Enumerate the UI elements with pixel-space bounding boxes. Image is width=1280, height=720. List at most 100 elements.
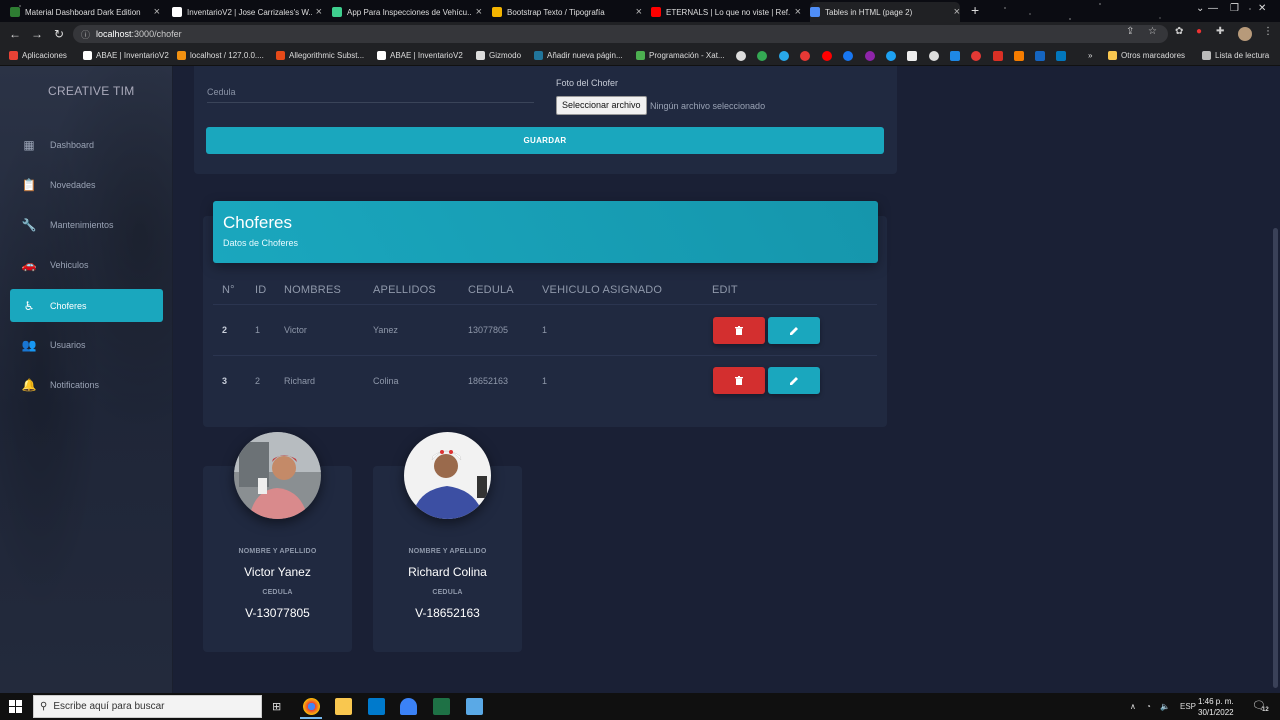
app-icon[interactable] bbox=[400, 698, 417, 715]
col-header: ID bbox=[255, 284, 267, 296]
excel-icon[interactable] bbox=[433, 698, 450, 715]
other-bookmarks[interactable]: Otros marcadores bbox=[1108, 51, 1185, 60]
bookmark-icon[interactable] bbox=[865, 51, 875, 61]
share-icon[interactable]: ⇪ bbox=[1126, 26, 1134, 37]
close-tab-icon[interactable]: × bbox=[154, 6, 160, 18]
bookmark-icon[interactable] bbox=[1014, 51, 1024, 61]
edit-button[interactable] bbox=[768, 367, 820, 394]
bookmark-item[interactable]: Allegorithmic Subst... bbox=[276, 51, 364, 60]
browser-tab[interactable]: InventarioV2 | Jose Carrizales's W... × bbox=[172, 2, 322, 22]
maximize-icon[interactable]: ❐ bbox=[1230, 3, 1239, 14]
bookmark-icon[interactable] bbox=[757, 51, 767, 61]
facebook-icon[interactable] bbox=[843, 51, 853, 61]
more-bookmarks-icon[interactable]: » bbox=[1088, 51, 1092, 60]
notification-count: 12 bbox=[1262, 707, 1269, 713]
vscode-icon[interactable] bbox=[368, 698, 385, 715]
browser-tab[interactable]: ETERNALS | Lo que no viste | Ref... × bbox=[651, 2, 801, 22]
photos-icon[interactable] bbox=[466, 698, 483, 715]
extension-red-icon[interactable]: ● bbox=[1196, 26, 1202, 37]
clock[interactable]: 1:46 p. m. 30/1/2022 bbox=[1198, 696, 1234, 718]
page-scrollbar[interactable] bbox=[1273, 228, 1278, 688]
edit-button[interactable] bbox=[768, 317, 820, 344]
file-explorer-icon[interactable] bbox=[335, 698, 352, 715]
sidebar-item-mantenimientos[interactable]: 🔧 Mantenimientos bbox=[10, 208, 163, 241]
extension-icon[interactable]: ✿ bbox=[1175, 26, 1183, 37]
puzzle-icon[interactable]: ✚ bbox=[1216, 26, 1224, 37]
chevron-up-icon[interactable]: ∧ bbox=[1130, 702, 1136, 711]
language-indicator[interactable]: ESP bbox=[1180, 702, 1196, 711]
browser-tab-active[interactable]: Tables in HTML (page 2) × bbox=[810, 2, 960, 22]
card-header: Choferes Datos de Choferes bbox=[213, 201, 878, 263]
close-tab-icon[interactable]: × bbox=[636, 6, 642, 18]
bookmark-icon[interactable] bbox=[971, 51, 981, 61]
task-view-icon[interactable]: ⊞ bbox=[272, 700, 281, 713]
bookmark-item[interactable]: Añadir nueva págin... bbox=[534, 51, 623, 60]
bookmark-item[interactable]: Programación - Xat... bbox=[636, 51, 725, 60]
bookmark-icon[interactable] bbox=[1035, 51, 1045, 61]
cell-id: 1 bbox=[255, 325, 261, 335]
sidebar-item-usuarios[interactable]: 👥 Usuarios bbox=[10, 328, 163, 361]
save-button[interactable]: GUARDAR bbox=[206, 127, 884, 154]
taskbar-search-input[interactable]: ⚲ Escribe aquí para buscar bbox=[33, 695, 262, 718]
gmail-icon[interactable] bbox=[993, 51, 1003, 61]
menu-icon[interactable]: ⋮ bbox=[1263, 26, 1273, 37]
active-app-indicator bbox=[300, 717, 322, 719]
star-icon[interactable]: ☆ bbox=[1148, 26, 1157, 37]
sidebar-item-choferes[interactable]: ♿ Choferes bbox=[10, 289, 163, 322]
github-icon[interactable] bbox=[736, 51, 746, 61]
close-window-icon[interactable]: ✕ bbox=[1258, 3, 1266, 14]
browser-tab[interactable]: Bootstrap Texto / Tipografía × bbox=[492, 2, 642, 22]
name-label: NOMBRE Y APELLIDO bbox=[238, 548, 317, 555]
cedula-field[interactable]: Cedula bbox=[207, 87, 236, 97]
bookmark-item[interactable]: ABAE | InventarioV2 bbox=[377, 51, 463, 60]
browser-tab[interactable]: App Para Inspecciones de Vehícu... × bbox=[332, 2, 482, 22]
address-bar[interactable]: ⓘ localhost:3000/chofer bbox=[73, 25, 1168, 43]
youtube-icon[interactable] bbox=[822, 51, 832, 61]
network-icon[interactable]: ◔ bbox=[1146, 702, 1151, 711]
delete-button[interactable] bbox=[713, 317, 765, 344]
telegram-icon[interactable] bbox=[779, 51, 789, 61]
windows-start-icon[interactable] bbox=[9, 700, 22, 713]
bookmark-item[interactable]: ABAE | InventarioV2 bbox=[83, 51, 169, 60]
cell-apellidos: Yanez bbox=[373, 325, 398, 335]
close-tab-icon[interactable]: × bbox=[795, 6, 801, 18]
file-select-button[interactable]: Seleccionar archivo bbox=[556, 96, 647, 115]
close-tab-icon[interactable]: × bbox=[476, 6, 482, 18]
sidebar-item-dashboard[interactable]: ▦ Dashboard bbox=[10, 128, 163, 161]
bookmarks-bar: Aplicaciones ABAE | InventarioV2 localho… bbox=[0, 46, 1280, 66]
chrome-icon[interactable] bbox=[303, 698, 320, 715]
people-icon: 👥 bbox=[21, 337, 37, 352]
sidebar-item-notifications[interactable]: 🔔 Notifications bbox=[10, 368, 163, 401]
close-tab-icon[interactable]: × bbox=[954, 6, 960, 18]
github-icon[interactable] bbox=[929, 51, 939, 61]
volume-icon[interactable]: 🔈 bbox=[1160, 702, 1170, 711]
row-divider bbox=[213, 355, 877, 356]
trash-icon bbox=[735, 376, 743, 385]
bookmark-icon[interactable] bbox=[800, 51, 810, 61]
profile-name: Victor Yanez bbox=[244, 565, 311, 579]
back-icon[interactable]: ← bbox=[4, 27, 26, 41]
close-tab-icon[interactable]: × bbox=[316, 6, 322, 18]
browser-nav-bar: ← → ↻ ⓘ localhost:3000/chofer ⇪ ☆ ✿ ● ✚ … bbox=[0, 22, 1280, 46]
sidebar-item-vehiculos[interactable]: 🚗 Vehiculos bbox=[10, 248, 163, 281]
browser-tab[interactable]: Material Dashboard Dark Edition × bbox=[10, 2, 160, 22]
forward-icon[interactable]: → bbox=[26, 27, 48, 41]
bookmark-icon[interactable] bbox=[886, 51, 896, 61]
reload-icon[interactable]: ↻ bbox=[48, 27, 70, 41]
bookmark-item[interactable]: Gizmodo bbox=[476, 51, 521, 60]
delete-button[interactable] bbox=[713, 367, 765, 394]
profile-avatar[interactable] bbox=[1238, 27, 1252, 41]
bookmark-icon[interactable] bbox=[907, 51, 917, 61]
bookmark-icon[interactable] bbox=[1056, 51, 1066, 61]
dropdown-icon[interactable]: ⌄ bbox=[1196, 3, 1204, 14]
bookmark-item[interactable]: localhost / 127.0.0.... bbox=[177, 51, 264, 60]
new-tab-button[interactable]: + bbox=[971, 2, 979, 18]
bookmark-item[interactable]: Aplicaciones bbox=[9, 51, 67, 60]
bookmark-icon[interactable] bbox=[950, 51, 960, 61]
sidebar-item-novedades[interactable]: 📋 Novedades bbox=[10, 168, 163, 201]
minimize-icon[interactable]: — bbox=[1208, 3, 1218, 14]
sidebar-brand[interactable]: CREATIVE TIM bbox=[48, 84, 135, 98]
reading-list[interactable]: Lista de lectura bbox=[1202, 51, 1269, 60]
page-content: CREATIVE TIM ▦ Dashboard 📋 Novedades 🔧 Mant… bbox=[0, 66, 1280, 693]
chofer-form-card: Cedula Foto del Chofer Seleccionar archi… bbox=[194, 66, 897, 174]
